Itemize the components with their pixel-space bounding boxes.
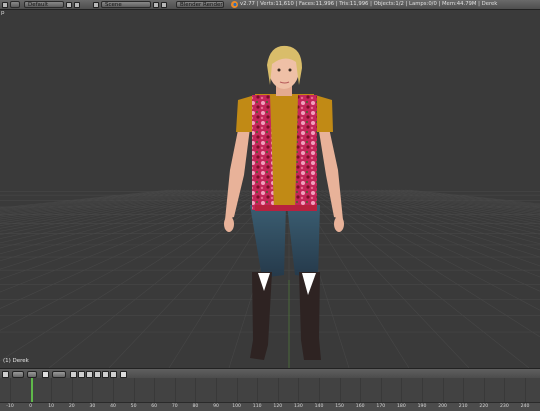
timeline-grid-line	[277, 378, 279, 402]
scene-label: Scene	[105, 1, 122, 8]
record-icon[interactable]	[42, 370, 49, 378]
timeline-grid-line	[257, 378, 259, 402]
editor-type-icon[interactable]	[2, 1, 8, 8]
timeline-grid-line	[380, 378, 382, 402]
timeline-grid-line	[339, 378, 341, 402]
selected-object-label: (1) Derek	[3, 358, 29, 364]
timeline-grid-line	[483, 378, 485, 402]
timeline-grid-line	[174, 378, 176, 402]
timeline-grid-line	[525, 378, 526, 402]
timeline-editor-icon[interactable]	[2, 370, 9, 378]
marker-menu-button[interactable]	[27, 370, 37, 378]
menu-icon[interactable]	[10, 0, 20, 8]
view-menu-button[interactable]	[12, 370, 24, 378]
jump-start-icon[interactable]	[70, 370, 77, 378]
timeline-grid-line	[113, 378, 114, 402]
close-scene-icon[interactable]	[161, 1, 167, 8]
timeline-grid-line	[195, 378, 197, 402]
render-engine-label: Blender Render	[180, 1, 223, 8]
timeline-grid-line	[92, 378, 94, 402]
timeline-grid-line	[236, 378, 238, 402]
timeline-grid-line	[319, 378, 320, 402]
render-engine-selector[interactable]: Blender Render	[176, 0, 224, 8]
character-model[interactable]	[0, 10, 540, 368]
blender-logo-icon	[231, 1, 238, 8]
sync-icon[interactable]	[120, 370, 127, 378]
close-layout-icon[interactable]	[74, 1, 80, 8]
timeline-grid-line	[298, 378, 300, 402]
timeline-grid-line	[154, 378, 156, 402]
timeline-grid-line	[504, 378, 506, 402]
timeline-grid-line	[216, 378, 217, 402]
info-header: Default Scene Blender Render v2.77 | Ver…	[0, 0, 540, 10]
add-layout-icon[interactable]	[66, 1, 72, 8]
timeline-grid-line	[133, 378, 135, 402]
play-reverse-icon[interactable]	[86, 370, 93, 378]
scene-stats: v2.77 | Verts:11,610 | Faces:11,996 | Tr…	[240, 1, 498, 7]
timeline-grid-line	[10, 378, 11, 402]
timeline-grid-line	[360, 378, 362, 402]
next-keyframe-icon[interactable]	[102, 370, 109, 378]
keying-set-button[interactable]	[52, 370, 66, 378]
timeline-grid-line	[422, 378, 423, 402]
jump-end-icon[interactable]	[110, 370, 117, 378]
timeline-grid-line	[463, 378, 465, 402]
timeline-grid-line	[71, 378, 73, 402]
play-icon[interactable]	[94, 370, 101, 378]
current-frame-marker[interactable]	[31, 378, 33, 402]
scene-icon[interactable]	[93, 1, 99, 8]
prev-keyframe-icon[interactable]	[78, 370, 85, 378]
3d-viewport[interactable]: p (1) Derek	[0, 10, 540, 368]
viewport-corner-label: p	[1, 10, 5, 16]
timeline-grid-line	[401, 378, 403, 402]
scene-selector[interactable]: Scene	[101, 0, 151, 8]
timeline-area[interactable]	[0, 378, 540, 402]
timeline-grid-line	[442, 378, 444, 402]
layout-label: Default	[28, 1, 49, 8]
layout-selector[interactable]: Default	[24, 0, 64, 8]
add-scene-icon[interactable]	[153, 1, 159, 8]
timeline-grid-line	[51, 378, 53, 402]
